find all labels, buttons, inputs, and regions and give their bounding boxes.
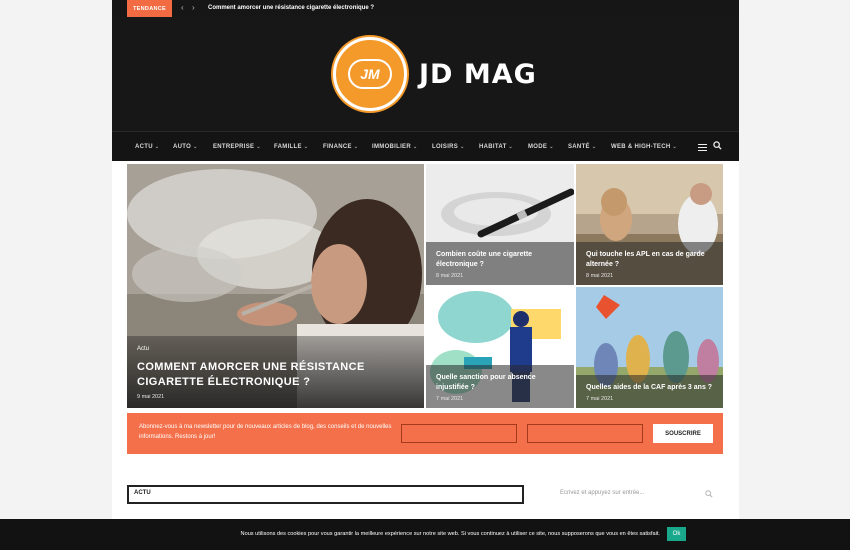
post-title[interactable]: Combien coûte une cigarette électronique… xyxy=(436,250,564,269)
chevron-down-icon: ⌄ xyxy=(256,144,261,150)
trending-headline-link[interactable]: Comment amorcer une résistance cigarette… xyxy=(208,0,374,17)
nav-item-label: AUTO xyxy=(173,144,192,150)
chevron-right-icon[interactable]: › xyxy=(192,3,195,13)
post-date: 8 mai 2021 xyxy=(436,273,464,279)
nav-item-label: ACTU xyxy=(135,144,153,150)
sidebar-search-input[interactable]: Ecrivez et appuyez sur entrée... xyxy=(542,486,723,504)
cookie-message: Nous utilisons des cookies pour vous gar… xyxy=(240,531,660,537)
hamburger-menu-icon[interactable] xyxy=(698,144,707,151)
featured-post[interactable]: Quelles aides de la CAF après 3 ans ? 7 … xyxy=(576,287,723,408)
chevron-down-icon: ⌄ xyxy=(508,144,514,150)
post-date: 7 mai 2021 xyxy=(436,396,464,402)
nav-item-label: ENTREPRISE xyxy=(213,144,255,150)
nav-item-auto[interactable]: AUTO ⌄ xyxy=(173,132,198,162)
chevron-down-icon: ⌄ xyxy=(413,144,418,150)
nav-item-actu[interactable]: ACTU ⌄ xyxy=(135,132,159,162)
page: TENDANCE ‹ › Comment amorcer une résista… xyxy=(112,0,739,550)
logo-badge: JM xyxy=(333,37,407,111)
search-icon[interactable] xyxy=(713,141,722,150)
post-title[interactable]: Quelles aides de la CAF après 3 ans ? xyxy=(586,383,713,392)
search-icon[interactable] xyxy=(705,490,713,498)
nav-item-finance[interactable]: FINANCE ⌄ xyxy=(323,132,358,162)
post-title[interactable]: Quelle sanction pour absence injustifiée… xyxy=(436,373,564,392)
nav-item-sante[interactable]: SANTÉ ⌄ xyxy=(568,132,596,162)
nav-item-mode[interactable]: MODE ⌄ xyxy=(528,132,554,162)
section-title[interactable]: ACTU xyxy=(134,490,151,496)
featured-post[interactable]: Quelle sanction pour absence injustifiée… xyxy=(426,287,574,408)
nav-item-label: WEB & HIGH-TECH xyxy=(611,144,671,150)
nav-item-label: LOISIRS xyxy=(432,144,459,150)
featured-post[interactable]: Combien coûte une cigarette électronique… xyxy=(426,164,574,285)
chevron-left-icon[interactable]: ‹ xyxy=(181,3,184,13)
featured-post[interactable]: Qui touche les APL en cas de garde alter… xyxy=(576,164,723,285)
search-placeholder: Ecrivez et appuyez sur entrée... xyxy=(560,490,645,496)
trending-badge: TENDANCE xyxy=(127,0,172,17)
nav-item-web-high-tech[interactable]: WEB & HIGH-TECH ⌄ xyxy=(611,132,677,162)
featured-main-post[interactable]: Actu COMMENT AMORCER UNE RÉSISTANCE CIGA… xyxy=(127,164,424,408)
logo-mark: JM xyxy=(348,59,392,89)
chevron-down-icon: ⌄ xyxy=(303,144,309,150)
newsletter-text: Abonnez-vous à ma newsletter pour de nou… xyxy=(139,424,392,441)
nav-item-label: IMMOBILIER xyxy=(372,144,411,150)
chevron-down-icon: ⌄ xyxy=(353,144,359,150)
post-date: 9 mai 2021 xyxy=(137,394,165,400)
nav-item-immobilier[interactable]: IMMOBILIER ⌄ xyxy=(372,132,418,162)
chevron-down-icon: ⌄ xyxy=(193,144,198,150)
featured-post-caption: Qui touche les APL en cas de garde alter… xyxy=(576,242,723,285)
post-date: 8 mai 2021 xyxy=(586,273,614,279)
nav-item-label: FINANCE xyxy=(323,144,352,150)
featured-post-caption: Quelles aides de la CAF après 3 ans ? 7 … xyxy=(576,374,723,408)
nav-item-label: HABITAT xyxy=(479,144,507,150)
chevron-down-icon: ⌄ xyxy=(672,144,677,150)
chevron-down-icon: ⌄ xyxy=(549,144,554,150)
site-logo-link[interactable]: JM JD MAG xyxy=(333,37,537,111)
chevron-down-icon: ⌄ xyxy=(460,144,465,150)
nav-item-entreprise[interactable]: ENTREPRISE ⌄ xyxy=(213,132,261,162)
post-category[interactable]: Actu xyxy=(137,346,414,352)
post-date: 7 mai 2021 xyxy=(586,396,614,402)
chevron-down-icon: ⌄ xyxy=(154,144,160,150)
chevron-down-icon: ⌄ xyxy=(591,144,597,150)
nav-item-label: MODE xyxy=(528,144,548,150)
subscribe-button[interactable]: SOUSCRIRE xyxy=(653,424,713,443)
nav-item-label: SANTÉ xyxy=(568,144,590,150)
nav-item-famille[interactable]: FAMILLE ⌄ xyxy=(274,132,308,162)
newsletter-email-field[interactable] xyxy=(527,424,643,443)
nav-item-habitat[interactable]: HABITAT ⌄ xyxy=(479,132,513,162)
featured-post-caption: Combien coûte une cigarette électronique… xyxy=(426,242,574,285)
nav-item-loisirs[interactable]: LOISIRS ⌄ xyxy=(432,132,465,162)
cookie-banner: Nous utilisons des cookies pour vous gar… xyxy=(0,519,850,550)
featured-main-caption: Actu COMMENT AMORCER UNE RÉSISTANCE CIGA… xyxy=(127,336,424,408)
cookie-accept-button[interactable]: Ok xyxy=(667,527,686,541)
newsletter-box: Abonnez-vous à ma newsletter pour de nou… xyxy=(127,413,723,454)
post-title[interactable]: Qui touche les APL en cas de garde alter… xyxy=(586,250,713,269)
featured-post-caption: Quelle sanction pour absence injustifiée… xyxy=(426,365,574,408)
nav-item-label: FAMILLE xyxy=(274,144,302,150)
post-title[interactable]: COMMENT AMORCER UNE RÉSISTANCE CIGARETTE… xyxy=(137,360,414,390)
newsletter-name-field[interactable] xyxy=(401,424,517,443)
site-header: JM JD MAG xyxy=(112,17,739,131)
site-name: JD MAG xyxy=(419,58,537,90)
main-navigation: ACTU ⌄ AUTO ⌄ ENTREPRISE ⌄ FAMILLE ⌄ FINANCE… xyxy=(112,131,739,161)
trending-bar: TENDANCE ‹ › Comment amorcer une résista… xyxy=(112,0,739,17)
section-heading: ACTU xyxy=(127,485,524,504)
